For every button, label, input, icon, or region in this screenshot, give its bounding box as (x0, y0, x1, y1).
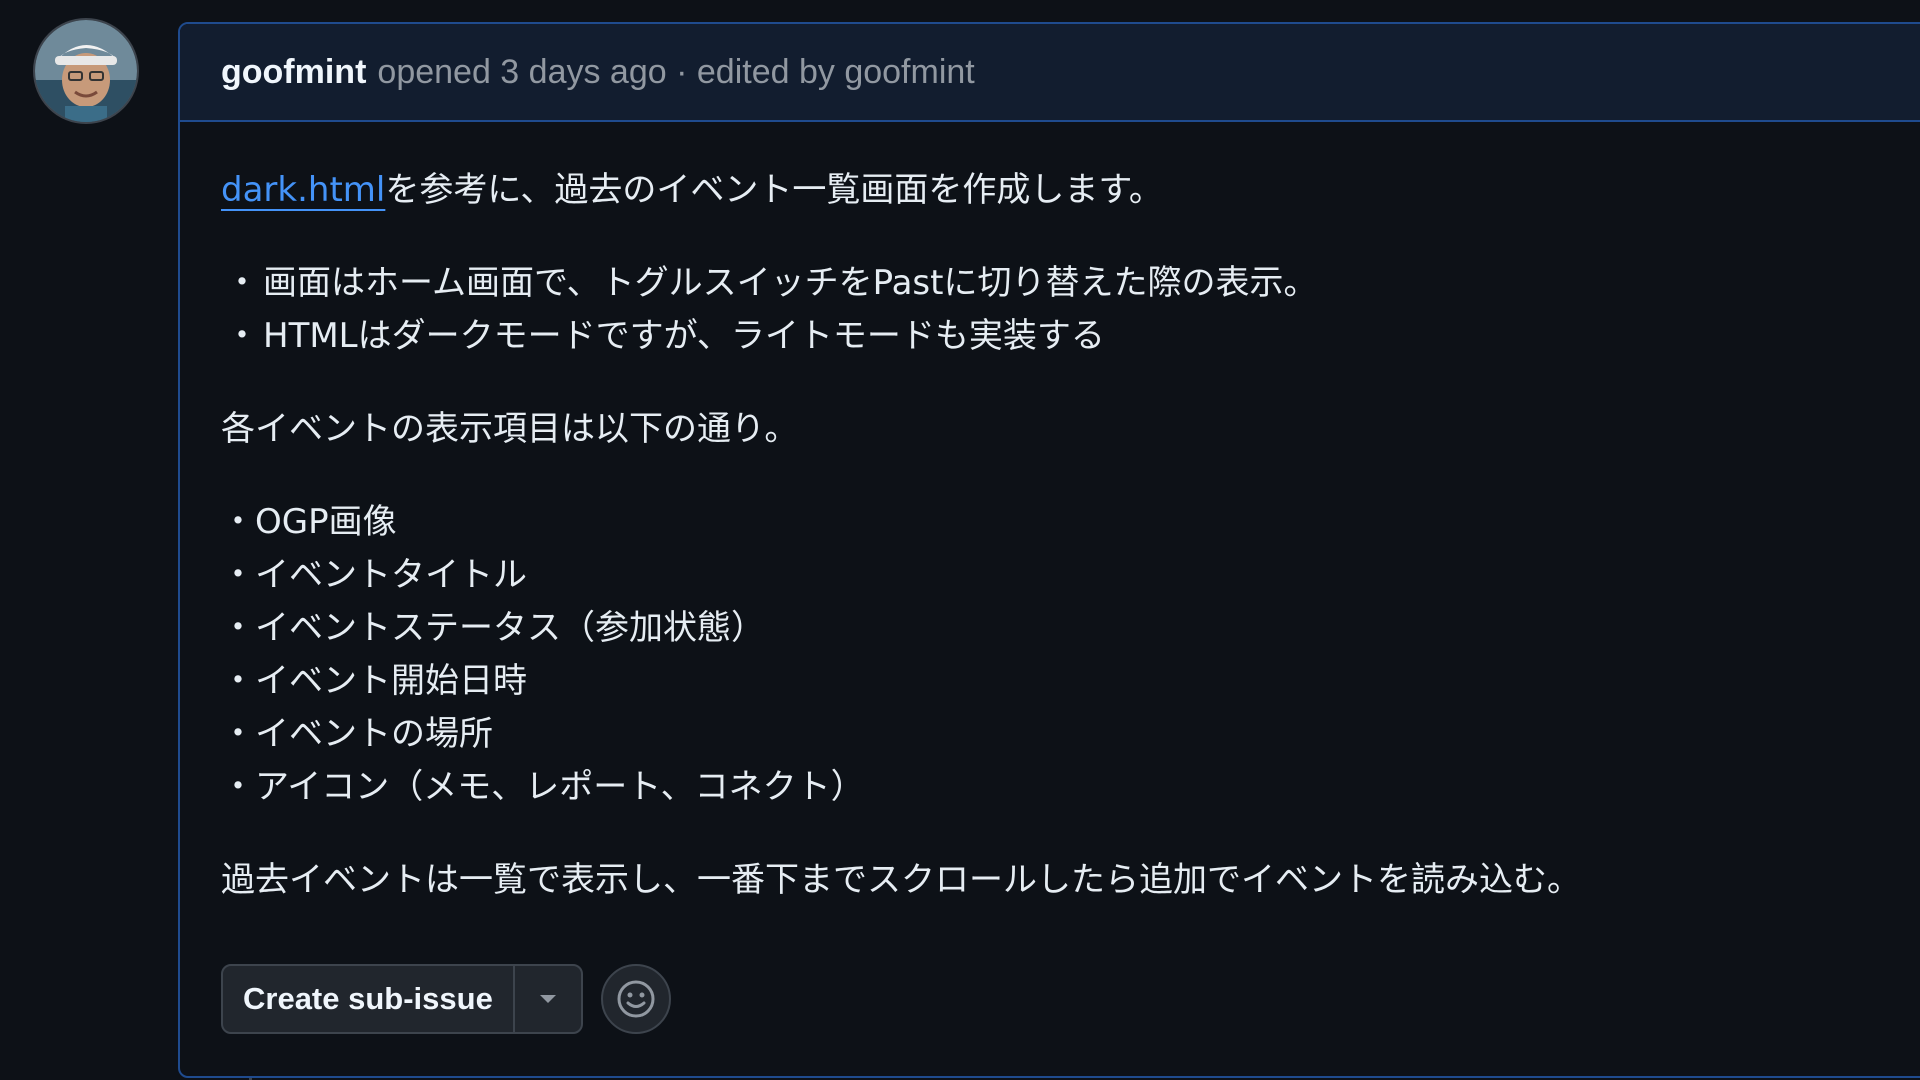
requirements-list: ・画面はホーム画面で、トグルスイッチをPastに切り替えた際の表示。 ・ HTML… (221, 257, 1899, 363)
add-reaction-button[interactable] (600, 964, 671, 1034)
author-avatar[interactable] (35, 20, 137, 122)
comment-meta-text: opened 3 days ago · edited by (377, 52, 835, 91)
comment-body: dark.htmlを参考に、過去のイベント一覧画面を作成します。 ・画面はホーム… (180, 122, 1920, 907)
list-item: ・OGP画像 (221, 502, 397, 542)
smiley-icon (617, 980, 655, 1018)
comment-header: goofmint opened 3 days ago · edited by g… (180, 24, 1920, 122)
create-sub-issue-button[interactable]: Create sub-issue (223, 966, 515, 1032)
bullet-marker: ・ (225, 263, 259, 303)
dark-html-link[interactable]: dark.html (221, 170, 385, 210)
issue-comment: goofmint opened 3 days ago · edited by g… (178, 22, 1920, 1078)
intro-text: を参考に、過去のイベント一覧画面を作成します。 (385, 170, 1163, 210)
user-avatar-icon (35, 20, 137, 122)
list-item: ・ HTMLはダークモードですが、ライトモードも実装する (221, 310, 1899, 363)
sub-issue-dropdown-button[interactable] (515, 966, 581, 1032)
comment-meta: opened 3 days ago · edited by goofmint (377, 53, 974, 92)
bullet-marker: ・ (225, 316, 259, 356)
editor-link[interactable]: goofmint (844, 53, 974, 91)
list-item: ・アイコン（メモ、レポート、コネクト） (221, 767, 865, 807)
create-sub-issue-group: Create sub-issue (221, 964, 583, 1034)
list-item-text: HTMLはダークモードですが、ライトモードも実装する (263, 316, 1105, 356)
display-items-list: ・OGP画像 ・イベントタイトル ・イベントステータス（参加状態） ・イベント開… (221, 496, 1899, 814)
author-link[interactable]: goofmint (221, 53, 366, 92)
list-item-text: 画面はホーム画面で、トグルスイッチをPastに切り替えた際の表示。 (263, 263, 1318, 303)
list-item: ・イベントタイトル (221, 555, 527, 595)
closing-paragraph: 過去イベントは一覧で表示し、一番下までスクロールしたら追加でイベントを読み込む。 (221, 860, 1581, 900)
triangle-down-icon (539, 995, 556, 1003)
list-item: ・イベントの場所 (221, 714, 493, 754)
list-item: ・イベント開始日時 (221, 661, 527, 701)
items-intro: 各イベントの表示項目は以下の通り。 (221, 409, 799, 449)
comment-actions: Create sub-issue (221, 964, 671, 1034)
list-item: ・イベントステータス（参加状態） (221, 608, 765, 648)
list-item: ・画面はホーム画面で、トグルスイッチをPastに切り替えた際の表示。 (221, 257, 1899, 310)
intro-paragraph: dark.htmlを参考に、過去のイベント一覧画面を作成します。 (221, 164, 1899, 217)
